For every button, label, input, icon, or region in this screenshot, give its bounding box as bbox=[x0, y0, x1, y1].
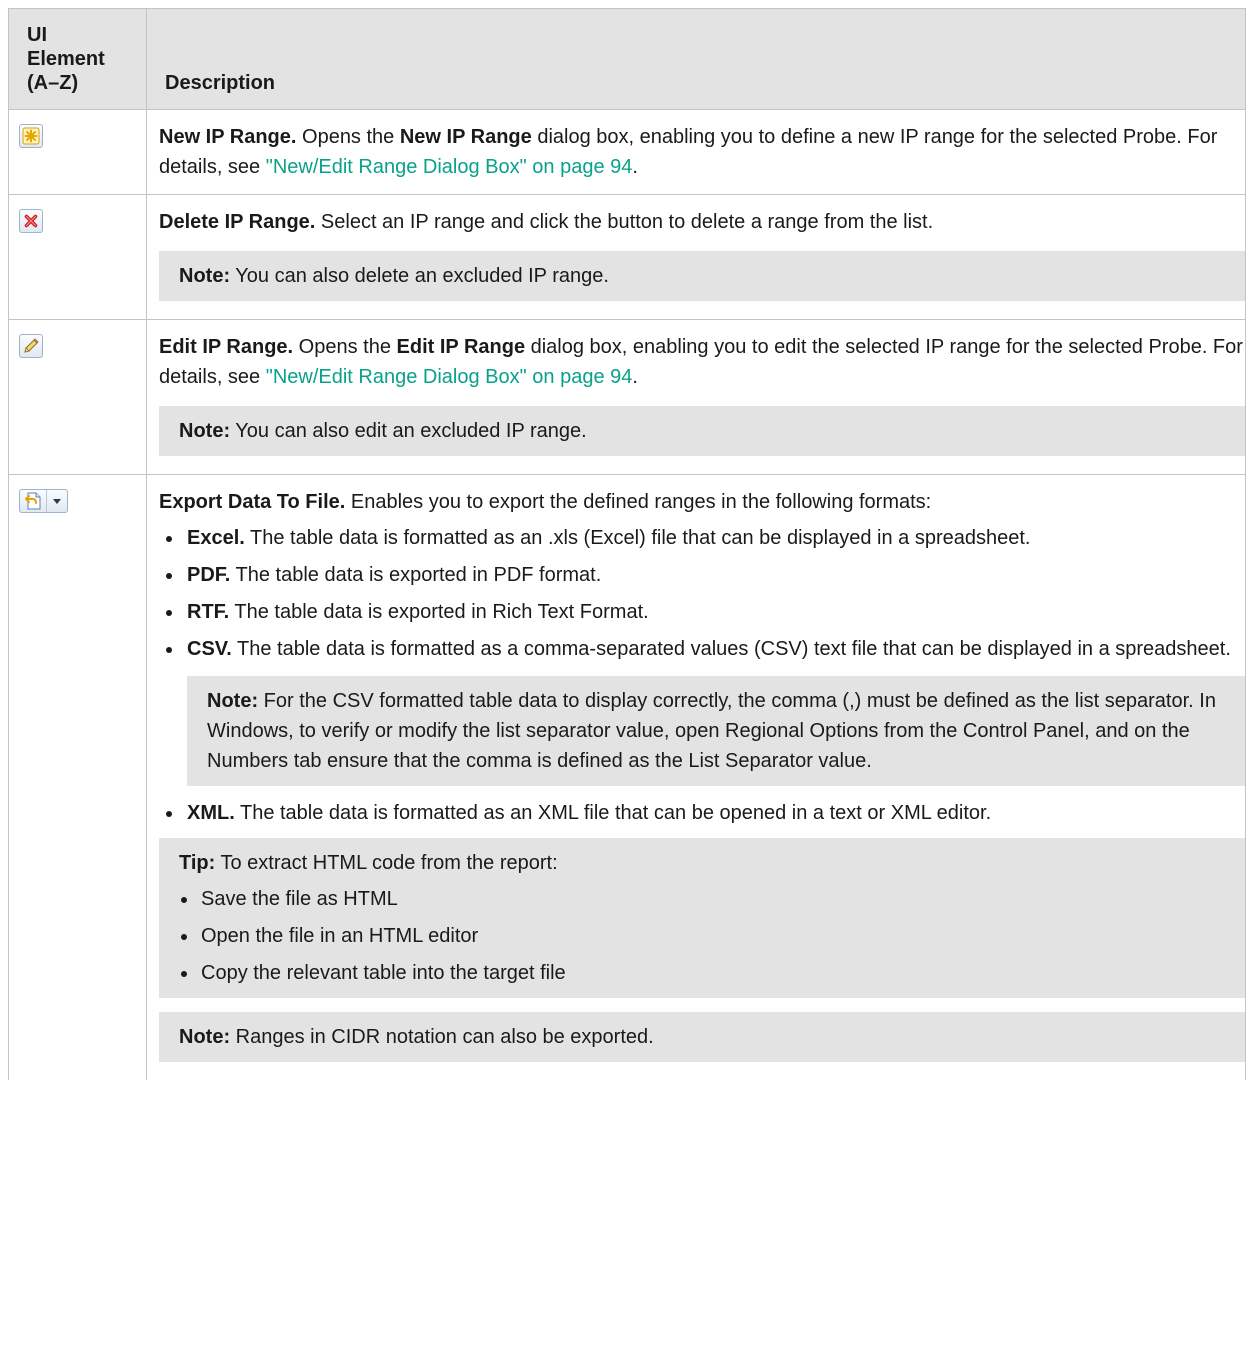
edit-range-icon[interactable] bbox=[19, 334, 43, 358]
ui-element-cell bbox=[8, 474, 147, 1080]
format-description: The table data is formatted as an .xls (… bbox=[244, 527, 1031, 549]
note-box: Note: Ranges in CIDR notation can also b… bbox=[159, 1012, 1245, 1062]
description-fragment: Opens the bbox=[296, 126, 400, 148]
tip-steps: Save the file as HTML Open the file in a… bbox=[179, 884, 1225, 988]
note-text: You can also delete an excluded IP range… bbox=[230, 265, 609, 287]
note-text: You can also edit an excluded IP range. bbox=[230, 420, 587, 442]
description-text: Export Data To File. Enables you to expo… bbox=[159, 487, 1245, 517]
ui-element-cell bbox=[8, 109, 147, 195]
description-cell: Export Data To File. Enables you to expo… bbox=[146, 474, 1246, 1080]
list-item: XML. The table data is formatted as an X… bbox=[159, 798, 1245, 828]
format-description: The table data is formatted as an XML fi… bbox=[234, 802, 992, 824]
header-description: Description bbox=[146, 8, 1246, 110]
note-label: Note: bbox=[179, 1026, 231, 1048]
ui-elements-table: UI Element (A–Z) Description New IP Rang… bbox=[8, 8, 1246, 1080]
list-item: Copy the relevant table into the target … bbox=[179, 958, 1225, 988]
table-header-row: UI Element (A–Z) Description bbox=[8, 8, 1246, 110]
format-name: PDF. bbox=[187, 564, 231, 586]
table-row: Edit IP Range. Opens the Edit IP Range d… bbox=[8, 319, 1246, 475]
description-text: Delete IP Range. Select an IP range and … bbox=[159, 207, 1245, 237]
description-fragment: . bbox=[632, 366, 638, 388]
description-fragment: Opens the bbox=[293, 336, 397, 358]
description-cell: Edit IP Range. Opens the Edit IP Range d… bbox=[146, 319, 1246, 475]
note-text: For the CSV formatted table data to disp… bbox=[207, 690, 1216, 772]
format-list: Excel. The table data is formatted as an… bbox=[159, 523, 1245, 664]
element-title: Export Data To File. bbox=[159, 491, 346, 513]
format-description: The table data is exported in Rich Text … bbox=[229, 601, 649, 623]
description-text: New IP Range. Opens the New IP Range dia… bbox=[159, 122, 1245, 182]
table-row: Export Data To File. Enables you to expo… bbox=[8, 474, 1246, 1080]
element-title: New IP Range. bbox=[159, 126, 297, 148]
table-row: Delete IP Range. Select an IP range and … bbox=[8, 194, 1246, 320]
tip-box: Tip: To extract HTML code from the repor… bbox=[159, 838, 1245, 998]
format-description: The table data is formatted as a comma-s… bbox=[231, 638, 1231, 660]
format-list: XML. The table data is formatted as an X… bbox=[159, 798, 1245, 828]
list-item: Save the file as HTML bbox=[179, 884, 1225, 914]
tip-label: Tip: bbox=[179, 852, 216, 874]
list-item: RTF. The table data is exported in Rich … bbox=[159, 597, 1245, 627]
cross-reference-link[interactable]: "New/Edit Range Dialog Box" on page 94 bbox=[266, 156, 633, 178]
format-description: The table data is exported in PDF format… bbox=[230, 564, 602, 586]
header-ui-element-label: UI Element (A–Z) bbox=[27, 24, 105, 94]
note-text: Ranges in CIDR notation can also be expo… bbox=[230, 1026, 654, 1048]
description-cell: New IP Range. Opens the New IP Range dia… bbox=[146, 109, 1246, 195]
note-label: Note: bbox=[179, 265, 231, 287]
delete-range-icon[interactable] bbox=[19, 209, 43, 233]
note-label: Note: bbox=[207, 690, 259, 712]
ui-element-cell bbox=[8, 319, 147, 475]
header-description-label: Description bbox=[165, 72, 276, 94]
new-range-icon[interactable] bbox=[19, 124, 43, 148]
description-fragment: Enables you to export the defined ranges… bbox=[345, 491, 932, 513]
format-name: Excel. bbox=[187, 527, 245, 549]
table-row: New IP Range. Opens the New IP Range dia… bbox=[8, 109, 1246, 195]
note-box: Note: You can also edit an excluded IP r… bbox=[159, 406, 1245, 456]
tip-text: To extract HTML code from the report: bbox=[215, 852, 558, 874]
list-item: PDF. The table data is exported in PDF f… bbox=[159, 560, 1245, 590]
list-item: CSV. The table data is formatted as a co… bbox=[159, 634, 1245, 664]
description-fragment: Select an IP range and click the button … bbox=[315, 211, 934, 233]
ui-element-cell bbox=[8, 194, 147, 320]
note-box: Note: For the CSV formatted table data t… bbox=[187, 676, 1245, 786]
cross-reference-link[interactable]: "New/Edit Range Dialog Box" on page 94 bbox=[266, 366, 633, 388]
chevron-down-icon[interactable] bbox=[47, 490, 67, 512]
format-name: CSV. bbox=[187, 638, 232, 660]
note-box: Note: You can also delete an excluded IP… bbox=[159, 251, 1245, 301]
element-title: Delete IP Range. bbox=[159, 211, 316, 233]
description-cell: Delete IP Range. Select an IP range and … bbox=[146, 194, 1246, 320]
element-title: Edit IP Range. bbox=[159, 336, 294, 358]
format-name: RTF. bbox=[187, 601, 230, 623]
export-data-icon[interactable] bbox=[20, 490, 47, 512]
list-item: Open the file in an HTML editor bbox=[179, 921, 1225, 951]
description-fragment: . bbox=[632, 156, 638, 178]
dialog-name: New IP Range bbox=[399, 126, 532, 148]
note-label: Note: bbox=[179, 420, 231, 442]
format-name: XML. bbox=[187, 802, 235, 824]
export-data-button[interactable] bbox=[19, 489, 68, 513]
list-item: Excel. The table data is formatted as an… bbox=[159, 523, 1245, 553]
header-ui-element: UI Element (A–Z) bbox=[8, 8, 147, 110]
description-text: Edit IP Range. Opens the Edit IP Range d… bbox=[159, 332, 1245, 392]
dialog-name: Edit IP Range bbox=[396, 336, 526, 358]
